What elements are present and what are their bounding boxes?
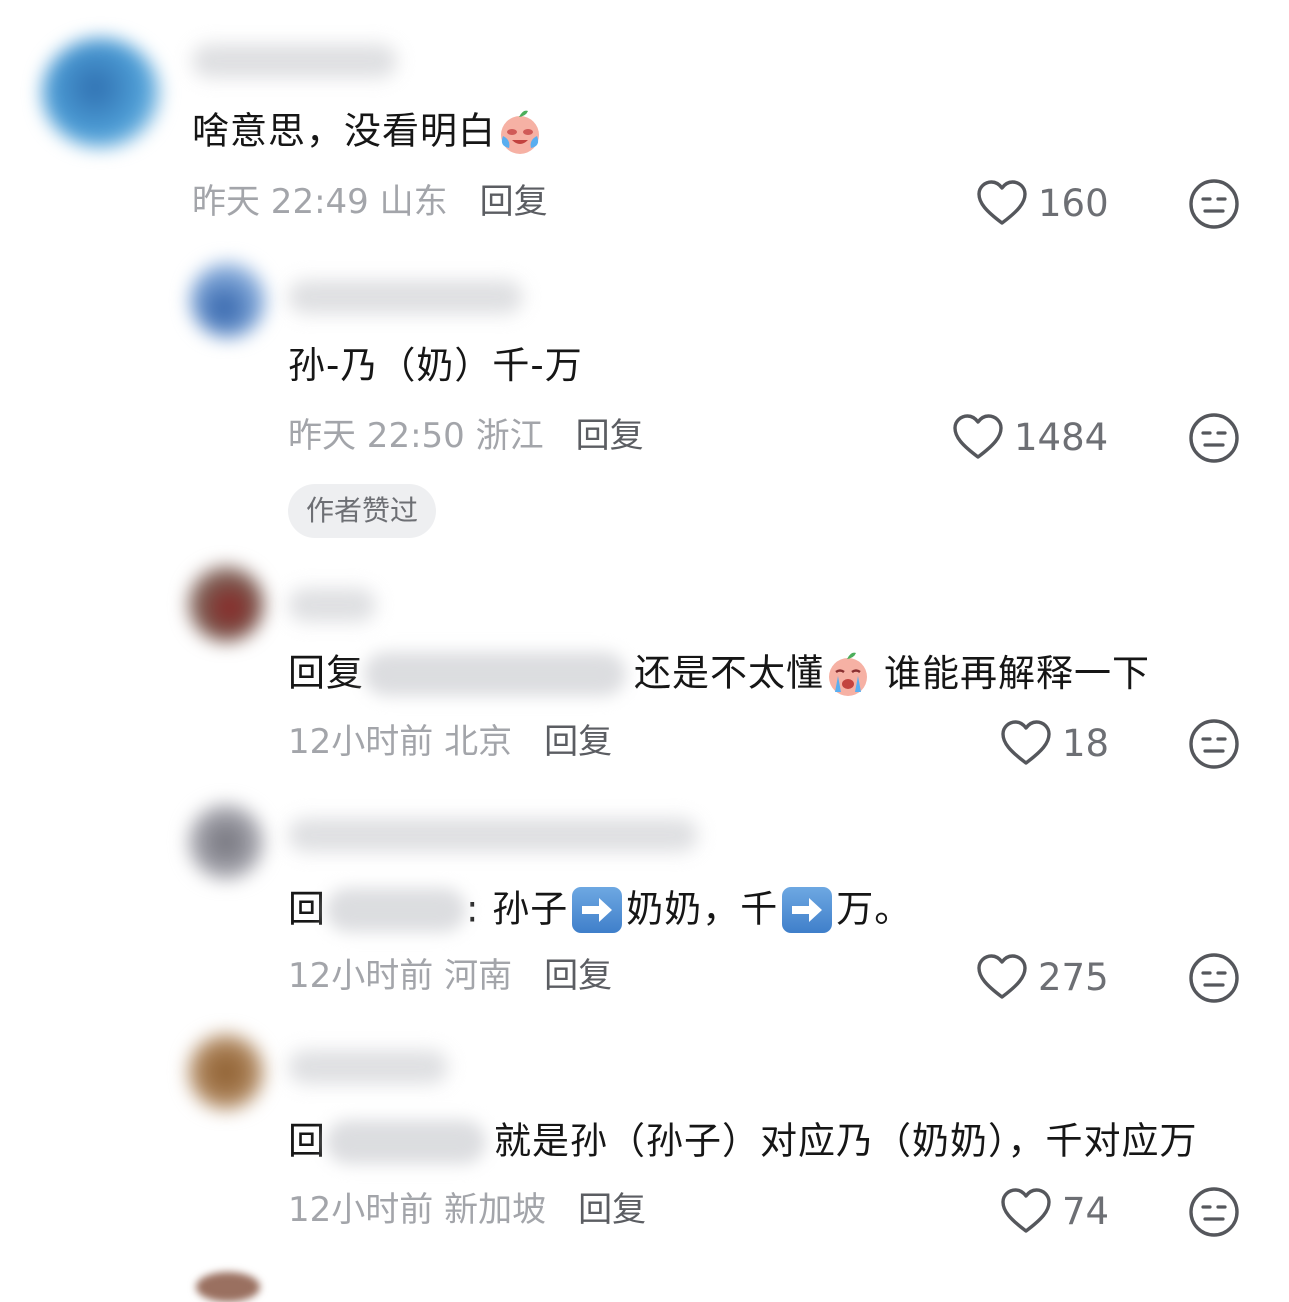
author-liked-badge: 作者赞过 (288, 484, 437, 538)
avatar[interactable] (42, 38, 160, 148)
heart-outline-icon (1001, 720, 1051, 765)
dislike-face-icon[interactable] (1188, 952, 1240, 1004)
mention-username[interactable] (326, 887, 466, 932)
heart-outline-icon (953, 414, 1003, 459)
crying-face-emoji (829, 652, 867, 696)
comment-meta: 昨天 22:50 浙江 回复 (288, 416, 644, 456)
reply-button[interactable]: 回复 (544, 722, 612, 762)
like-button[interactable]: 1484 (952, 412, 1108, 462)
comment-meta: 12小时前 新加坡 回复 (288, 1190, 646, 1230)
avatar[interactable] (188, 566, 264, 642)
reply-button[interactable]: 回复 (480, 182, 548, 222)
username[interactable] (288, 280, 523, 314)
mention-username[interactable] (326, 1119, 486, 1164)
avatar[interactable] (188, 1034, 264, 1110)
right-arrow-emoji (572, 886, 623, 933)
like-button[interactable]: 160 (976, 178, 1109, 228)
comment-meta: 12小时前 河南 回复 (288, 956, 612, 996)
dislike-face-icon[interactable] (1188, 178, 1240, 230)
username[interactable] (288, 588, 376, 622)
like-count: 18 (1062, 721, 1110, 765)
crying-face-emoji (501, 110, 539, 154)
right-arrow-emoji (782, 886, 833, 933)
comment-text: 啥意思，没看明白 (192, 106, 544, 156)
like-button[interactable]: 74 (1000, 1186, 1109, 1236)
avatar[interactable] (190, 262, 266, 338)
like-count: 160 (1038, 181, 1109, 225)
like-count: 275 (1038, 955, 1109, 999)
timestamp-location: 12小时前 新加坡 (288, 1190, 547, 1230)
timestamp-location: 12小时前 河南 (288, 956, 513, 996)
avatar[interactable] (196, 1272, 260, 1302)
heart-outline-icon (1001, 1188, 1051, 1233)
like-count: 74 (1062, 1189, 1110, 1233)
reply-button[interactable]: 回复 (576, 416, 644, 456)
comment-text: 孙-乃（奶）千-万 (288, 344, 583, 387)
reply-button[interactable]: 回复 (544, 956, 612, 996)
heart-outline-icon (977, 954, 1027, 999)
reply-button[interactable]: 回复 (578, 1190, 646, 1230)
comment-text: 回就是孙（孙子）对应乃（奶奶），千对应万 (288, 1119, 1198, 1164)
heart-outline-icon (977, 180, 1027, 225)
dislike-face-icon[interactable] (1188, 1186, 1240, 1238)
like-button[interactable]: 275 (976, 952, 1109, 1002)
timestamp-location: 昨天 22:50 浙江 (288, 416, 544, 456)
username[interactable] (192, 44, 397, 78)
username[interactable] (288, 818, 698, 852)
comment-meta: 昨天 22:49 山东 回复 (192, 182, 548, 222)
timestamp-location: 12小时前 北京 (288, 722, 513, 762)
dislike-face-icon[interactable] (1188, 718, 1240, 770)
like-count: 1484 (1014, 415, 1109, 459)
dislike-face-icon[interactable] (1188, 412, 1240, 464)
timestamp-location: 昨天 22:49 山东 (192, 182, 448, 222)
mention-username[interactable] (364, 651, 626, 696)
comment-text: 回复 还是不太懂 谁能再解释一下 (288, 648, 1150, 698)
avatar[interactable] (188, 804, 264, 880)
comment-text: 回: 孙子 奶奶，千 万。 (288, 886, 913, 933)
username[interactable] (288, 1050, 448, 1084)
comment-meta: 12小时前 北京 回复 (288, 722, 612, 762)
like-button[interactable]: 18 (1000, 718, 1109, 768)
